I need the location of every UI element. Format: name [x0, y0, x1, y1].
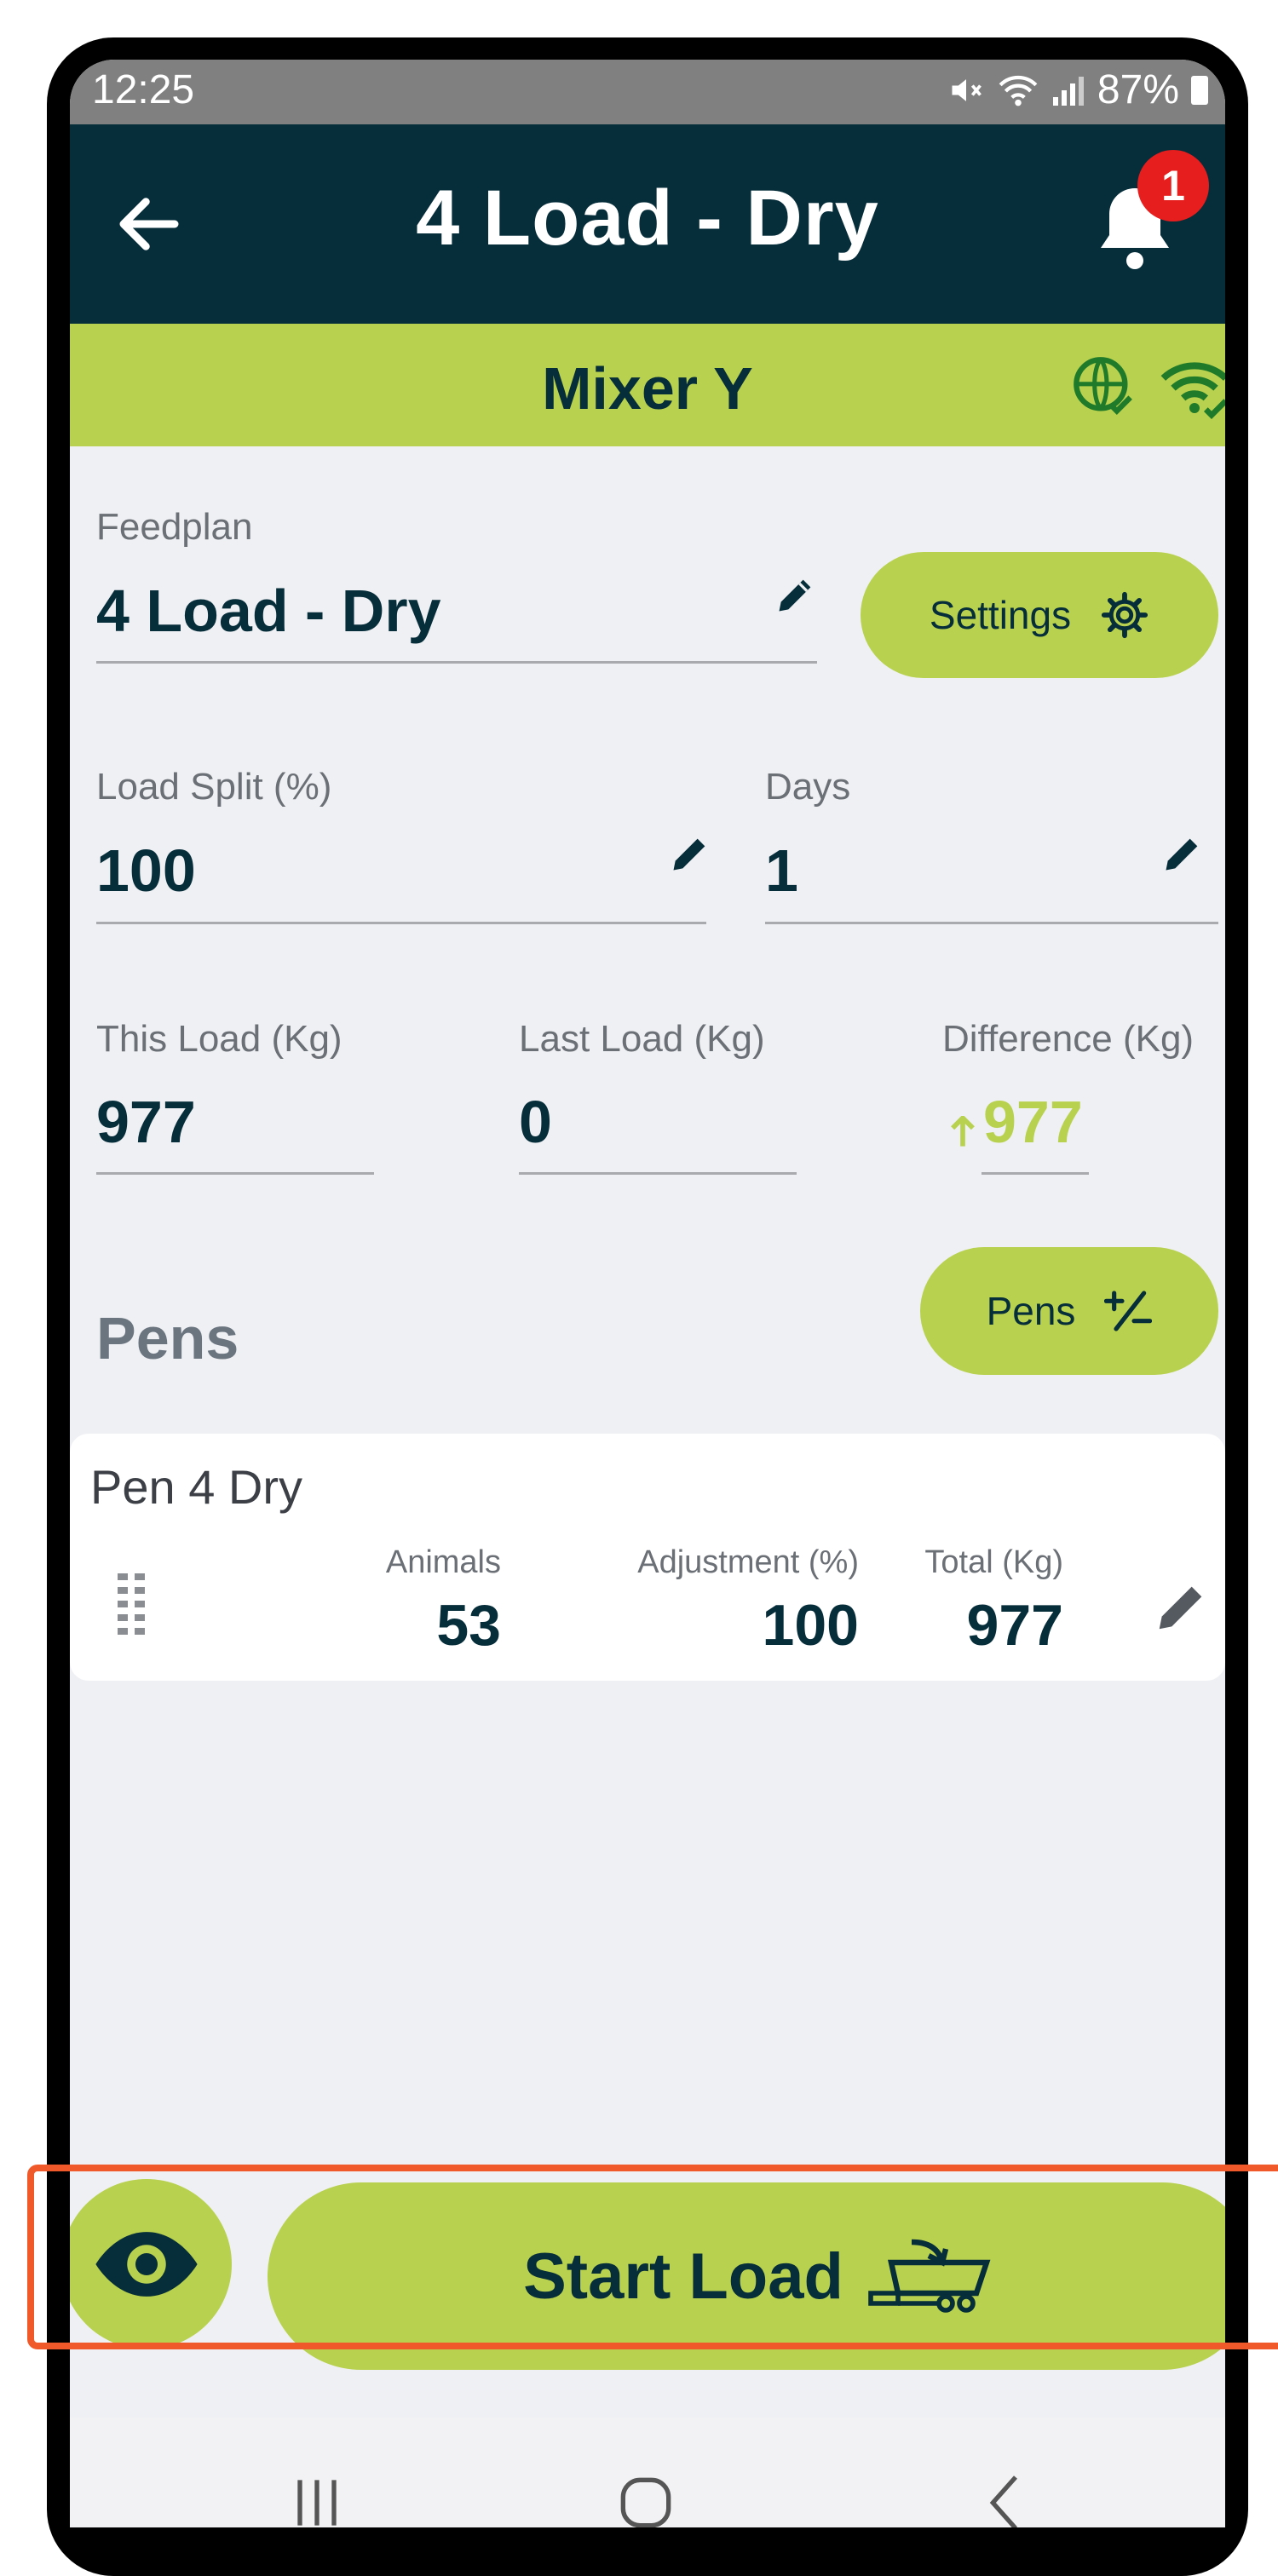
pens-section-title: Pens — [96, 1305, 239, 1371]
settings-button-label: Settings — [929, 593, 1072, 637]
nav-back-icon[interactable] — [973, 2469, 1041, 2527]
load-split-underline — [96, 922, 706, 924]
recents-icon[interactable] — [283, 2469, 351, 2527]
feedplan-value[interactable]: 4 Load - Dry — [96, 577, 441, 645]
pencil-icon[interactable] — [1160, 831, 1205, 876]
total-value: 977 — [966, 1593, 1063, 1658]
days-value[interactable]: 1 — [765, 837, 798, 905]
feedplan-label: Feedplan — [96, 506, 253, 548]
difference-underline — [982, 1172, 1089, 1175]
adjustment-value: 100 — [762, 1593, 859, 1658]
animals-label: Animals — [385, 1544, 501, 1580]
feedplan-underline — [96, 661, 817, 664]
last-load-value: 0 — [519, 1089, 552, 1155]
plus-minus-icon — [1104, 1291, 1153, 1331]
pencil-icon[interactable] — [668, 831, 712, 876]
system-nav-bar — [70, 2418, 1225, 2527]
adjustment-label: Adjustment (%) — [637, 1544, 859, 1580]
this-load-underline — [96, 1172, 374, 1175]
difference-label: Difference (Kg) — [942, 1018, 1195, 1060]
status-time: 12:25 — [92, 67, 195, 112]
settings-button[interactable]: Settings — [861, 552, 1218, 678]
pencil-icon[interactable] — [1152, 1577, 1212, 1636]
signal-icon — [1052, 76, 1084, 106]
mixer-bar: Mixer Y — [70, 324, 1225, 446]
days-underline — [765, 922, 1218, 924]
difference-value: 977 — [983, 1089, 1083, 1155]
highlight-box — [27, 2165, 1278, 2349]
animals-value: 53 — [436, 1593, 501, 1658]
battery-icon — [1191, 75, 1208, 105]
status-icons: 87% — [947, 66, 1208, 113]
drag-handle-icon[interactable] — [114, 1570, 148, 1642]
this-load-label: This Load (Kg) — [96, 1018, 343, 1060]
last-load-underline — [519, 1172, 797, 1175]
this-load-value: 977 — [96, 1089, 196, 1155]
last-load-label: Last Load (Kg) — [519, 1018, 765, 1060]
load-split-value[interactable]: 100 — [96, 837, 196, 905]
pens-button-label: Pens — [986, 1289, 1076, 1333]
page-title: 4 Load - Dry — [416, 175, 879, 262]
mute-icon — [952, 78, 982, 101]
pens-button[interactable]: Pens — [920, 1247, 1218, 1375]
pen-card[interactable]: Pen 4 Dry Animals 53 Adjustment (%) 100 … — [70, 1434, 1225, 1681]
wifi-icon — [999, 75, 1038, 106]
mixer-name: Mixer Y — [542, 355, 753, 422]
load-split-label: Load Split (%) — [96, 766, 332, 808]
gear-icon — [1102, 591, 1148, 639]
arrow-up-icon — [951, 1116, 975, 1147]
wifi-check-icon — [1160, 362, 1225, 419]
notification-badge: 1 — [1137, 150, 1209, 221]
home-icon[interactable] — [612, 2469, 680, 2527]
battery-percent: 87% — [1097, 67, 1179, 112]
globe-check-icon — [1074, 357, 1132, 415]
total-label: Total (Kg) — [924, 1544, 1063, 1580]
app-screen: 12:25 87% 4 Load - Dry 1 Mixer Y Feedpla… — [70, 60, 1225, 2527]
app-bar: 4 Load - Dry 1 — [70, 124, 1225, 324]
days-label: Days — [765, 766, 851, 808]
pencil-icon[interactable] — [774, 572, 818, 617]
status-bar: 12:25 87% — [70, 60, 1225, 124]
pen-name: Pen 4 Dry — [90, 1460, 302, 1514]
